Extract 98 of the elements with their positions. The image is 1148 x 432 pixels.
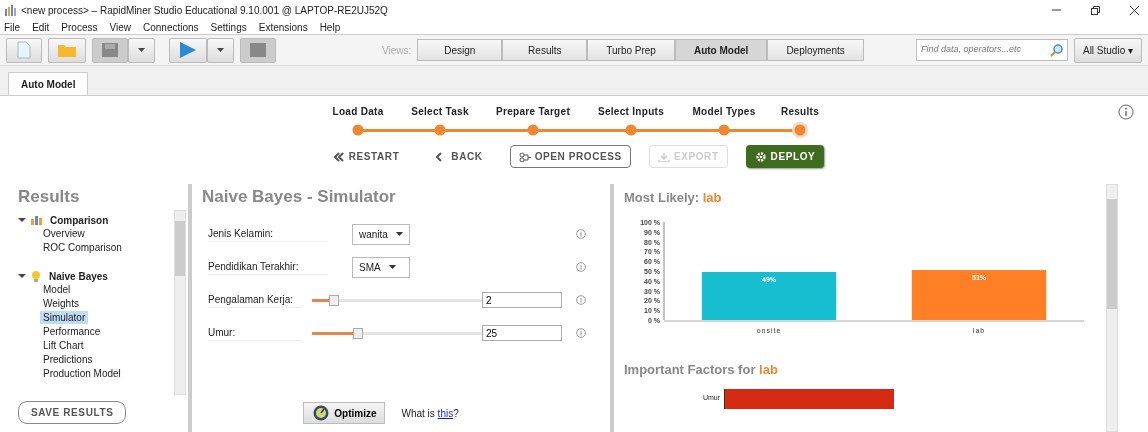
slider-thumb[interactable] [352,327,363,339]
double-chevron-icon [332,151,345,162]
tree-item[interactable]: Production Model [40,366,124,380]
info-icon[interactable] [576,229,586,239]
view-tab[interactable]: Deployments [767,39,864,61]
tree-item[interactable]: Naive Bayes [46,269,111,283]
help-text: What is this? [401,406,459,421]
field-label: Jenis Kelamin: [208,226,328,242]
menu-item[interactable]: View [109,19,131,35]
step-dot[interactable] [716,122,732,138]
menu-item[interactable]: Connections [143,19,199,35]
optimize-button[interactable]: Optimize [303,402,386,424]
step-dot[interactable] [623,122,639,138]
panel-tab[interactable]: Auto Model [8,72,89,95]
tree-item[interactable]: Comparison [47,213,112,227]
menu-item[interactable]: Extensions [258,19,308,35]
open-button[interactable] [48,37,86,63]
lightbulb-icon [30,270,42,282]
scope-dropdown[interactable]: All Studio ▾ [1073,37,1142,63]
tree-item[interactable]: Performance [40,324,104,338]
wizard-button[interactable]: BACK [426,145,492,168]
save-button[interactable] [92,37,128,63]
menu-item[interactable]: File [4,19,21,35]
menu-item[interactable]: Help [319,19,341,35]
scrollbar[interactable] [174,209,186,395]
wizard-button[interactable]: DEPLOY [745,145,825,168]
info-icon[interactable] [576,262,586,272]
tree-item[interactable]: Predictions [40,352,96,366]
step-dot[interactable] [350,122,366,138]
tree-item[interactable]: ROC Comparison [40,240,125,254]
dropdown-field[interactable]: SMA [352,256,410,278]
step-label: Select Task [411,105,469,119]
run-button[interactable] [169,37,207,63]
step-dot[interactable] [432,122,448,138]
search-icon[interactable] [1049,43,1063,57]
caret-icon [388,265,396,269]
flow-icon [518,151,531,162]
save-results-button[interactable]: SAVE RESULTS [18,401,127,424]
bar-chart-icon [30,214,43,226]
field-label: Pendidikan Terakhir: [208,259,328,275]
view-tab[interactable]: Auto Model [674,39,768,61]
info-icon[interactable] [576,328,586,338]
menu-item[interactable]: Edit [32,19,50,35]
dropdown-button[interactable] [128,37,155,63]
simulator-title: Naive Bayes - Simulator [202,186,397,208]
menu-item[interactable]: Settings [210,19,247,35]
field-label: Pengalaman Kerja: [208,292,302,308]
stop-icon [249,42,267,58]
scrollbar[interactable] [1106,184,1118,432]
close-icon[interactable] [1129,4,1140,16]
step-label: Load Data [332,105,384,119]
tree-item[interactable]: Weights [40,296,82,310]
document-icon [15,41,33,59]
caret-icon [216,46,225,54]
expanded-caret-icon[interactable] [18,272,26,280]
step-label: Prepare Target [495,105,570,119]
step-dot[interactable] [525,122,541,138]
gear-icon [754,151,767,162]
dropdown-field[interactable]: wanita [352,223,410,245]
dropdown-button[interactable] [207,37,234,63]
expanded-caret-icon[interactable] [18,216,26,224]
view-tab[interactable]: Turbo Prep [587,39,675,61]
new-button[interactable] [6,37,42,63]
search-box[interactable]: Find data, operators...etc [915,39,1068,61]
view-tab[interactable]: Results [502,39,588,61]
gauge-icon [312,405,331,421]
slider-thumb[interactable] [329,294,340,306]
download-icon [657,151,670,162]
tree-item[interactable]: Simulator [40,310,89,324]
window-title: <new process> – RapidMiner Studio Educational 9.10.001 @ LAPTOP-RE2UJ52Q [21,3,388,18]
step-label: Model Types [692,105,756,119]
field-label: Umur: [208,325,302,341]
value-field[interactable]: 2 [482,292,562,308]
info-icon[interactable] [576,295,586,305]
caret-icon [137,46,146,54]
chart-title: Important Factors for lab [624,360,779,379]
tree-item[interactable]: Lift Chart [40,338,87,352]
step-label: Results [780,105,820,119]
info-icon[interactable] [1118,104,1134,120]
step-dot[interactable] [792,122,808,138]
tree-item[interactable]: Model [40,282,74,296]
chart-title: Most Likely: lab [624,189,723,207]
play-icon [178,41,198,59]
tree-item[interactable]: Overview [40,226,88,240]
wizard-button[interactable]: OPEN PROCESS [509,145,631,168]
view-tab[interactable]: Design [417,39,503,61]
views-label: Views: [382,43,412,58]
stop-button[interactable] [240,37,276,63]
value-field[interactable]: 25 [482,325,562,341]
caret-icon [395,232,403,236]
results-heading: Results [18,186,81,208]
menu-item[interactable]: Process [61,19,98,35]
help-link[interactable]: this [437,407,454,419]
restore-icon[interactable] [1090,4,1101,16]
app-logo-icon [4,3,17,17]
search-field[interactable]: Find data, operators...etc [920,43,1050,57]
wizard-button[interactable]: RESTART [323,145,409,168]
step-label: Select Inputs [597,105,665,119]
